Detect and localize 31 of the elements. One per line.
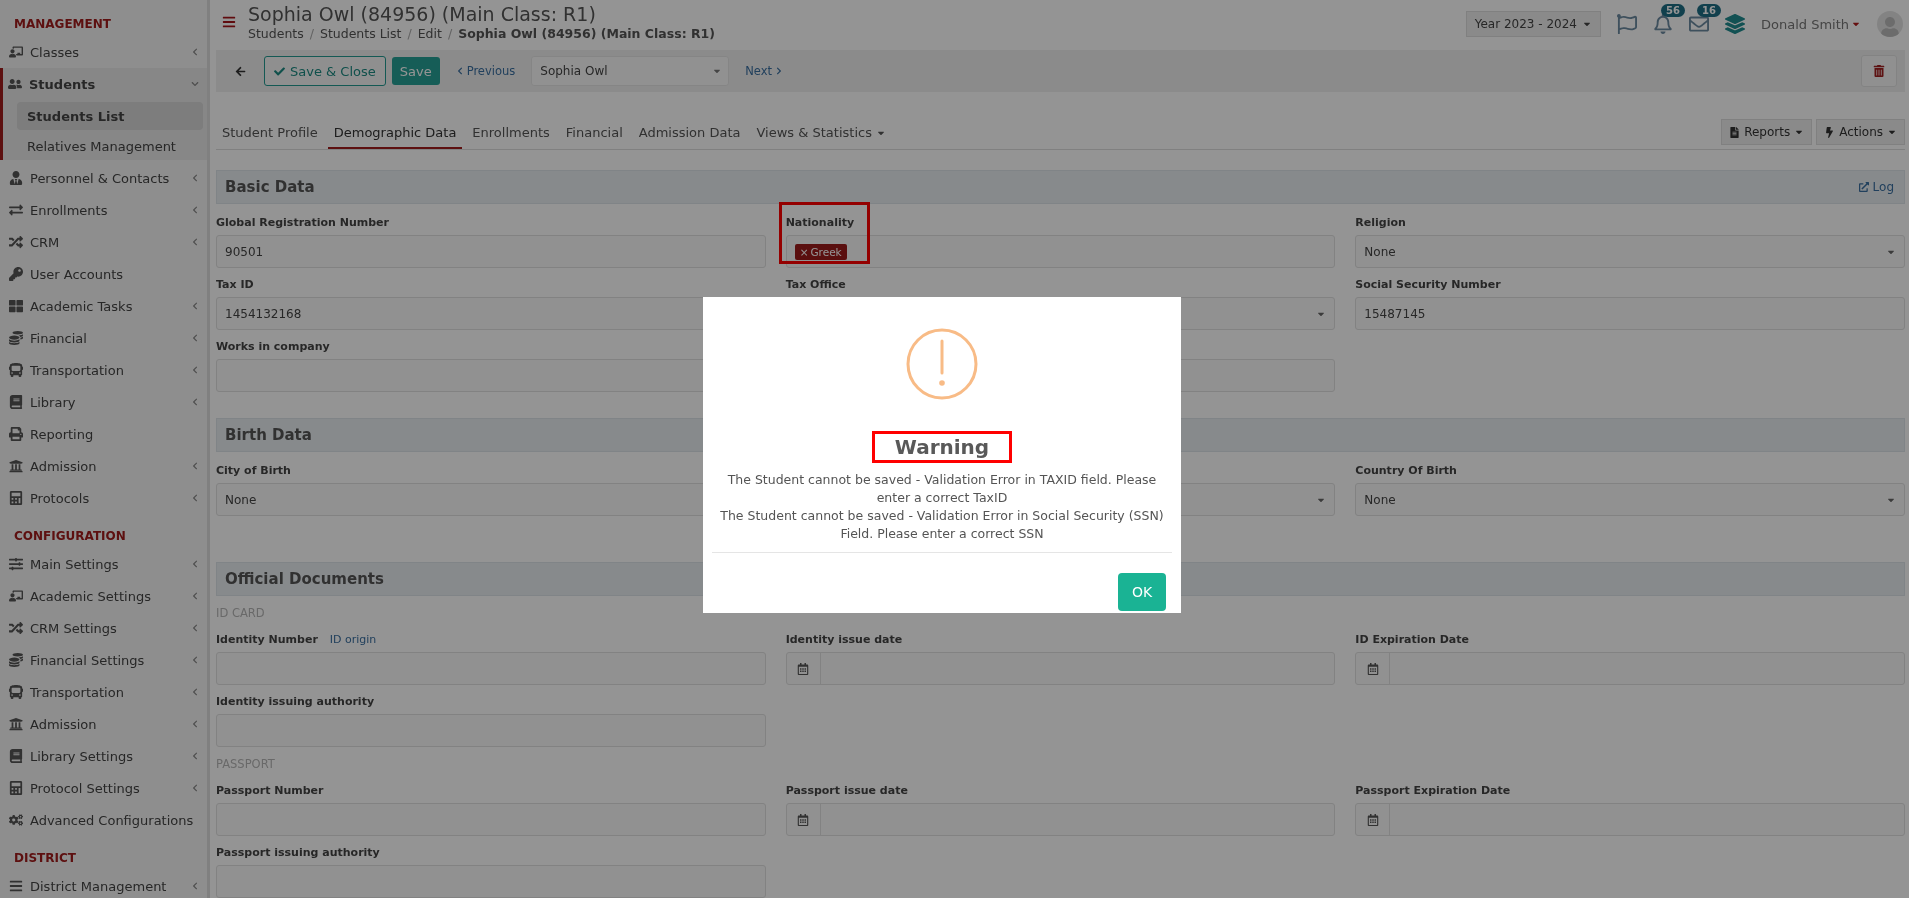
sidebar-section-title: MANAGEMENT: [13, 16, 112, 33]
field-label: Passport issuing authority: [216, 846, 380, 859]
field-label: Tax Office: [785, 278, 846, 291]
field-label: Social Security Number: [1355, 278, 1501, 291]
sidebar-section-title: DISTRICT: [13, 850, 77, 867]
breadcrumb-separator: /: [447, 26, 453, 41]
breadcrumb: Sophia Owl (84956) (Main Class: R1): [458, 26, 716, 41]
field-label: Country Of Birth: [1355, 464, 1457, 477]
section-title: Basic Data: [225, 178, 315, 196]
field-label: Passport Number: [216, 784, 324, 797]
field-label: Passport issue date: [785, 784, 908, 797]
count-badge: 56: [1660, 4, 1685, 17]
field-label: Nationality: [785, 216, 855, 229]
field-label: Identity issuing authority: [216, 695, 375, 708]
breadcrumb-separator: /: [407, 26, 412, 41]
field-label: ID Expiration Date: [1355, 633, 1469, 646]
field-label: Global Registration Number: [216, 216, 389, 229]
field-label: Works in company: [216, 340, 330, 353]
field-label: City of Birth: [216, 464, 291, 477]
dialog-title: Warning: [871, 431, 1013, 463]
count-badge: 16: [1696, 4, 1721, 17]
page-title: Sophia Owl (84956) (Main Class: R1): [248, 2, 597, 26]
sidebar-section-title: CONFIGURATION: [13, 528, 127, 545]
field-label: Religion: [1355, 216, 1406, 229]
section-title: Birth Data: [225, 426, 312, 444]
field-label: Passport Expiration Date: [1355, 784, 1511, 797]
section-title: Official Documents: [225, 570, 384, 588]
field-label: Tax ID: [216, 278, 254, 291]
field-label: Identity issue date: [785, 633, 903, 646]
breadcrumb-separator: /: [309, 26, 314, 41]
field-label: Identity Number: [216, 633, 318, 646]
